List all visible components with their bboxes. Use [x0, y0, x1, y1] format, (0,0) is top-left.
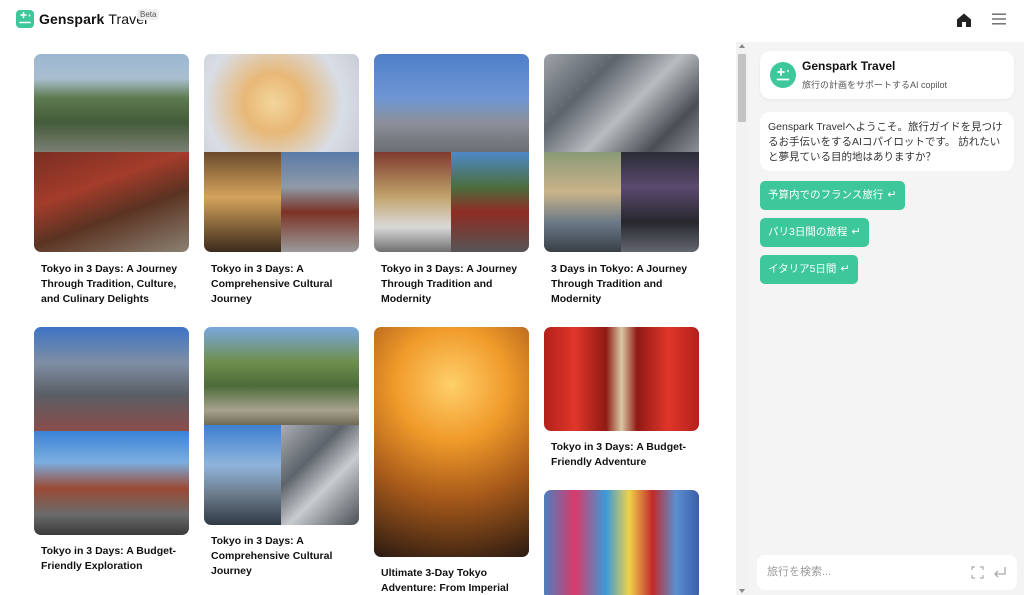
welcome-message: Genspark Travelへようこそ。旅行ガイドを見つけるお手伝いをするAI… — [760, 112, 1014, 171]
suggestion-chip[interactable]: 予算内でのフランス旅行 ↵ — [760, 181, 905, 210]
scroll-down-arrow-icon[interactable] — [739, 589, 745, 593]
return-icon: ↵ — [840, 263, 850, 275]
guide-title: Tokyo in 3 Days: A Comprehensive Cultura… — [211, 535, 333, 577]
guide-thumbnail — [34, 54, 189, 252]
guide-thumbnail — [204, 54, 359, 252]
guide-title: Ultimate 3-Day Tokyo Adventure: From Imp… — [381, 567, 509, 594]
suggestion-chip[interactable]: パリ3日間の旅程 ↵ — [760, 218, 869, 247]
suggestion-label: イタリア5日間 — [768, 263, 837, 275]
suggestion-label: 予算内でのフランス旅行 — [768, 189, 884, 201]
guide-feed[interactable]: Tokyo in 3 Days: A Journey Through Tradi… — [0, 42, 736, 595]
guide-thumbnail — [544, 54, 699, 252]
guide-title: Tokyo in 3 Days: A Comprehensive Cultura… — [211, 263, 333, 305]
menu-icon[interactable] — [991, 12, 1007, 26]
guide-title: Tokyo in 3 Days: A Budget-Friendly Explo… — [41, 545, 176, 572]
app-header: Genspark Travel Beta — [0, 0, 1024, 42]
guide-title: Tokyo in 3 Days: A Journey Through Tradi… — [41, 263, 178, 305]
guide-thumbnail — [374, 327, 529, 557]
brand-name: Genspark — [39, 11, 105, 27]
suggestion-chip[interactable]: イタリア5日間 ↵ — [760, 255, 858, 284]
guide-thumbnail — [374, 54, 529, 252]
search-input[interactable] — [767, 563, 957, 581]
return-icon: ↵ — [851, 226, 861, 238]
guide-title: Tokyo in 3 Days: A Journey Through Tradi… — [381, 263, 518, 305]
scroll-up-arrow-icon[interactable] — [739, 44, 745, 48]
guide-title: 3 Days in Tokyo: A Journey Through Tradi… — [551, 263, 688, 305]
feed-scrollbar[interactable] — [736, 42, 748, 595]
assistant-header: Genspark Travel 旅行の計画をサポートするAI copilot — [760, 51, 1014, 99]
guide-thumbnail — [544, 490, 699, 595]
logo-icon — [16, 10, 34, 28]
scrollbar-thumb[interactable] — [738, 54, 746, 122]
guide-title: Tokyo in 3 Days: A Budget-Friendly Adven… — [551, 441, 686, 468]
send-icon[interactable] — [993, 566, 1007, 579]
assistant-subtitle: 旅行の計画をサポートするAI copilot — [802, 80, 948, 90]
beta-badge: Beta — [137, 9, 160, 20]
copilot-panel: Genspark Travel 旅行の計画をサポートするAI copilot G… — [748, 42, 1024, 595]
suggestion-label: パリ3日間の旅程 — [768, 226, 848, 238]
guide-thumbnail — [544, 327, 699, 431]
return-icon: ↵ — [887, 189, 897, 201]
guide-thumbnail — [204, 327, 359, 525]
home-icon[interactable] — [955, 11, 973, 29]
expand-icon[interactable] — [971, 566, 984, 579]
guide-thumbnail — [34, 327, 189, 535]
assistant-name: Genspark Travel — [802, 59, 896, 73]
assistant-avatar-icon — [770, 62, 796, 88]
app-title[interactable]: Genspark Travel — [39, 11, 147, 27]
search-box — [757, 555, 1017, 590]
